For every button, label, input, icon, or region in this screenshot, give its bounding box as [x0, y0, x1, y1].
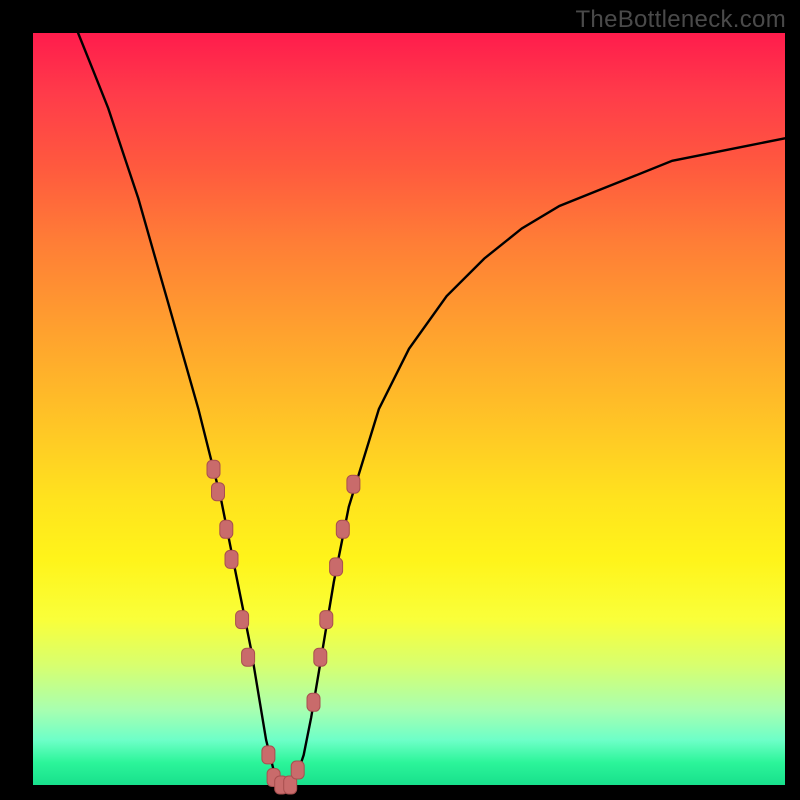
chart-svg — [33, 33, 785, 785]
curve-marker — [207, 460, 220, 478]
watermark-text: TheBottleneck.com — [575, 6, 786, 34]
curve-marker — [242, 648, 255, 666]
curve-markers — [207, 460, 360, 794]
curve-marker — [220, 520, 233, 538]
bottleneck-curve — [78, 33, 785, 785]
curve-marker — [330, 558, 343, 576]
curve-marker — [225, 550, 238, 568]
chart-frame: TheBottleneck.com — [0, 0, 800, 800]
curve-marker — [336, 520, 349, 538]
curve-marker — [320, 611, 333, 629]
curve-marker — [236, 611, 249, 629]
curve-marker — [212, 483, 225, 501]
curve-marker — [347, 475, 360, 493]
curve-marker — [314, 648, 327, 666]
curve-marker — [262, 746, 275, 764]
plot-area — [33, 33, 785, 785]
curve-marker — [307, 693, 320, 711]
curve-marker — [291, 761, 304, 779]
